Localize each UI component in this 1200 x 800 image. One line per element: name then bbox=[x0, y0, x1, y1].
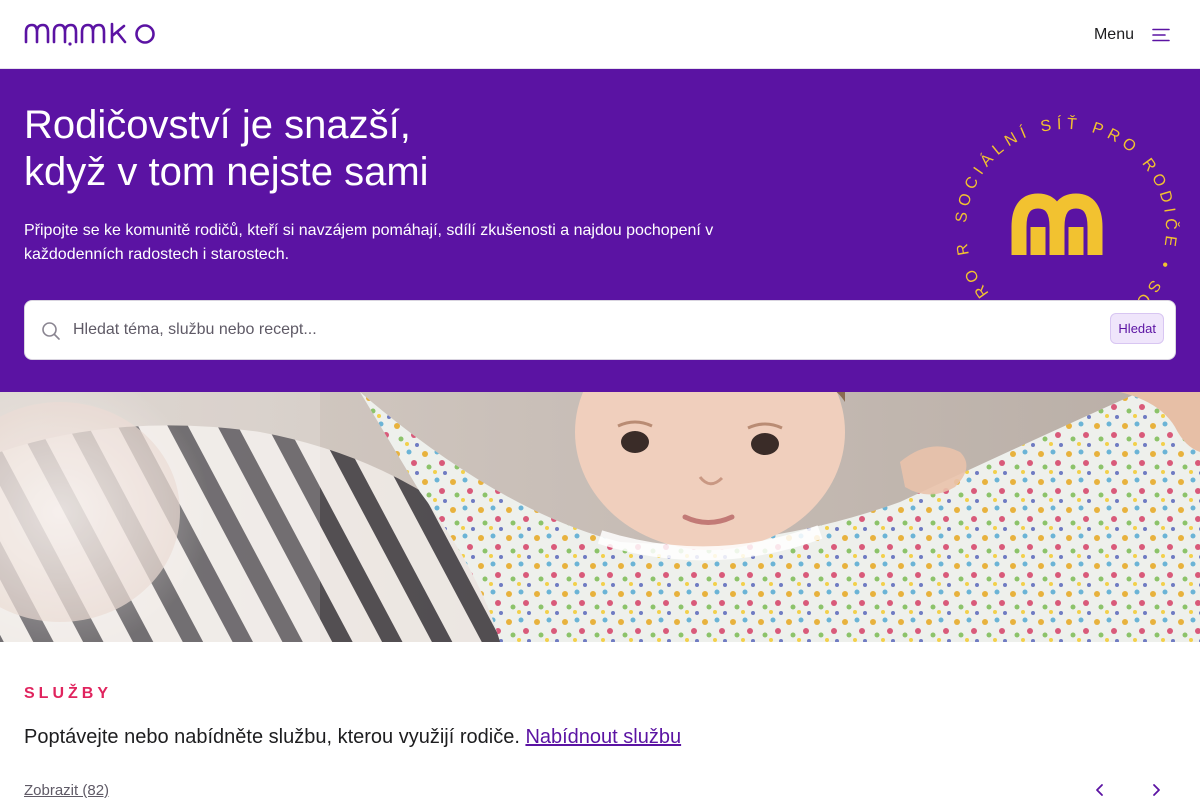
hero-title-line-1: Rodičovství je snazší, bbox=[24, 103, 411, 147]
hero-title-line-2: když v tom nejste sami bbox=[24, 150, 429, 194]
hero-photo bbox=[0, 392, 1200, 642]
services-section: SLUŽBY Poptávejte nebo nabídněte službu,… bbox=[0, 642, 1200, 800]
menu-button[interactable]: Menu bbox=[1094, 22, 1170, 48]
services-lead: Poptávejte nebo nabídněte službu, kterou… bbox=[24, 726, 681, 749]
hamburger-icon bbox=[1152, 28, 1170, 42]
services-lead-text: Poptávejte nebo nabídněte službu, kterou… bbox=[24, 726, 520, 748]
search-button[interactable]: Hledat bbox=[1110, 313, 1164, 344]
carousel-controls bbox=[1092, 782, 1164, 798]
menu-label: Menu bbox=[1093, 26, 1134, 43]
search-icon bbox=[42, 322, 60, 340]
chevron-left-icon[interactable] bbox=[1092, 782, 1108, 798]
top-navigation-bar: Menu bbox=[0, 0, 1200, 69]
offer-service-link[interactable]: Nabídnout službu bbox=[525, 726, 681, 748]
parent-and-child-photo bbox=[0, 392, 1200, 642]
hero-section: Rodičovství je snazší, když v tom nejste… bbox=[0, 69, 1200, 392]
search-bar: Hledat bbox=[24, 300, 1176, 360]
show-all-services-link[interactable]: Zobrazit (82) bbox=[24, 782, 109, 799]
services-eyebrow: SLUŽBY bbox=[24, 685, 112, 702]
search-input[interactable] bbox=[73, 311, 1093, 349]
hero-subtitle: Připojte se ke komunitě rodičů, kteří si… bbox=[24, 222, 714, 263]
chevron-right-icon[interactable] bbox=[1148, 782, 1164, 798]
hero-title: Rodičovství je snazší, když v tom nejste… bbox=[24, 102, 724, 196]
mamko-m-icon bbox=[1011, 193, 1103, 255]
mamko-logo[interactable] bbox=[24, 22, 158, 46]
